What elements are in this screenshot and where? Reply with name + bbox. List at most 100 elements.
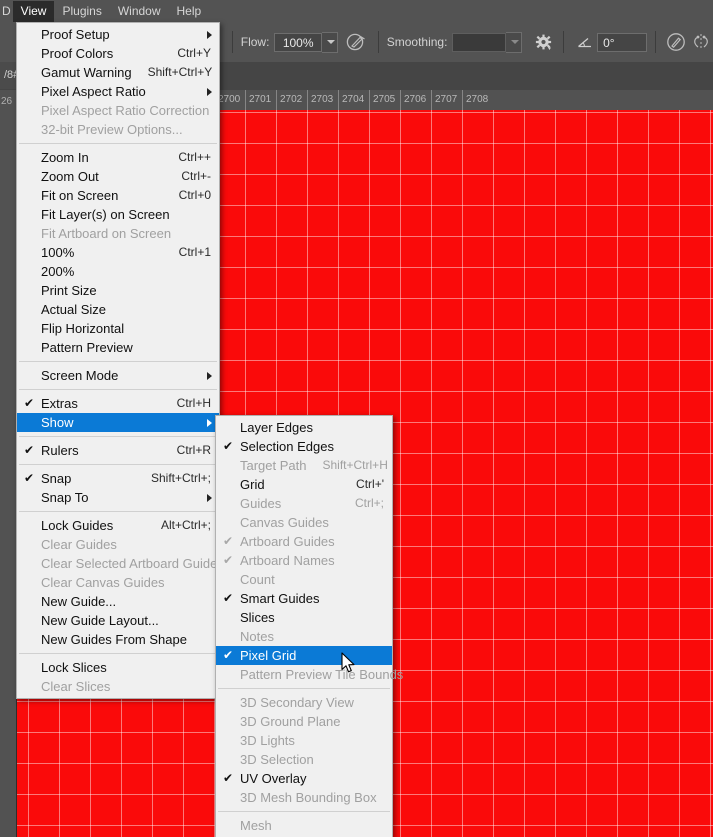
menu-item-label: Slices xyxy=(240,610,275,625)
menu-item-fit-layer-s-on-screen[interactable]: Fit Layer(s) on Screen xyxy=(17,205,219,224)
view-menu-dropdown[interactable]: Proof Setup Proof Colors Ctrl+Y Gamut Warni… xyxy=(16,22,224,699)
gear-icon[interactable] xyxy=(531,29,556,55)
menu-item-pixel-aspect-ratio-correction: Pixel Aspect Ratio Correction xyxy=(17,101,219,120)
menu-item-canvas-guides: Canvas Guides xyxy=(216,513,392,532)
menu-item-target-path: Target Path Shift+Ctrl+H xyxy=(216,456,392,475)
menu-item-label: Target Path xyxy=(240,458,307,473)
menu-item-fit-artboard-on-screen: Fit Artboard on Screen xyxy=(17,224,219,243)
menu-item-gamut-warning[interactable]: Gamut Warning Shift+Ctrl+Y xyxy=(17,63,219,82)
menu-item-label: Proof Colors xyxy=(41,46,114,61)
angle-input[interactable]: 0° xyxy=(597,32,647,52)
menu-item-label: Fit on Screen xyxy=(41,188,119,203)
menu-item-show[interactable]: Show xyxy=(17,413,219,432)
submenu-arrow-icon xyxy=(207,88,212,96)
menu-item-label: 3D Selection xyxy=(240,752,314,767)
menu-item-3d-lights: 3D Lights xyxy=(216,731,392,750)
menu-item-label: Print Size xyxy=(41,283,97,298)
flow-input[interactable]: 100% xyxy=(274,32,322,52)
checkmark-icon: ✔ xyxy=(223,771,234,785)
submenu-arrow-icon xyxy=(207,419,212,427)
menu-item-extras[interactable]: ✔ Extras Ctrl+H xyxy=(17,394,219,413)
menu-item-fit-on-screen[interactable]: Fit on Screen Ctrl+0 xyxy=(17,186,219,205)
menu-item-count: Count xyxy=(216,570,392,589)
divider xyxy=(231,31,233,53)
menu-item-selection-edges[interactable]: ✔ Selection Edges xyxy=(216,437,392,456)
menu-item-100[interactable]: 100% Ctrl+1 xyxy=(17,243,219,262)
menu-item-label: Zoom In xyxy=(41,150,89,165)
menu-item-label: New Guides From Shape xyxy=(41,632,187,647)
menu-item-new-guide[interactable]: New Guide... xyxy=(17,592,219,611)
checkmark-icon: ✔ xyxy=(223,648,234,662)
menu-item-proof-colors[interactable]: Proof Colors Ctrl+Y xyxy=(17,44,219,63)
menu-item-shortcut: Shift+Ctrl+H xyxy=(322,458,388,472)
menu-item-lock-slices[interactable]: Lock Slices xyxy=(17,658,219,677)
menu-item-3d-selection: 3D Selection xyxy=(216,750,392,769)
menu-item-pixel-grid[interactable]: ✔ Pixel Grid xyxy=(216,646,392,665)
menu-item-proof-setup[interactable]: Proof Setup xyxy=(17,25,219,44)
submenu-arrow-icon xyxy=(207,494,212,502)
menu-item-label: Snap To xyxy=(41,490,89,505)
flow-label: Flow: xyxy=(240,35,270,49)
menu-separator xyxy=(218,688,390,689)
symmetry-icon[interactable] xyxy=(688,29,713,55)
menu-item-snap[interactable]: ✔ Snap Shift+Ctrl+; xyxy=(17,469,219,488)
menu-item-notes: Notes xyxy=(216,627,392,646)
menu-item-grid[interactable]: Grid Ctrl+' xyxy=(216,475,392,494)
menu-item-snap-to[interactable]: Snap To xyxy=(17,488,219,507)
menu-item-lock-guides[interactable]: Lock Guides Alt+Ctrl+; xyxy=(17,516,219,535)
menu-item-label: Selection Edges xyxy=(240,439,334,454)
menu-item-layer-edges[interactable]: Layer Edges xyxy=(216,418,392,437)
menu-item-shortcut: Ctrl+- xyxy=(181,169,211,183)
menu-item-flip-horizontal[interactable]: Flip Horizontal xyxy=(17,319,219,338)
vertical-ruler[interactable]: 26 xyxy=(0,90,17,837)
menu-item-label: Gamut Warning xyxy=(41,65,132,80)
menu-item-label: Snap xyxy=(41,471,72,486)
menu-item-label: UV Overlay xyxy=(240,771,307,786)
menubar-item-plugins[interactable]: Plugins xyxy=(54,1,109,22)
menu-item-zoom-in[interactable]: Zoom In Ctrl++ xyxy=(17,148,219,167)
menu-item-label: Lock Slices xyxy=(41,660,107,675)
menu-item-new-guides-from-shape[interactable]: New Guides From Shape xyxy=(17,630,219,649)
menu-item-guides: Guides Ctrl+; xyxy=(216,494,392,513)
menubar-item-window[interactable]: Window xyxy=(110,1,169,22)
menubar-item-help[interactable]: Help xyxy=(169,1,210,22)
menu-item-rulers[interactable]: ✔ Rulers Ctrl+R xyxy=(17,441,219,460)
menu-item-label: Clear Selected Artboard Guides xyxy=(41,556,224,571)
menu-item-label: New Guide... xyxy=(41,594,117,609)
menu-item-label: Count xyxy=(240,572,275,587)
smoothing-input[interactable] xyxy=(452,32,506,52)
menu-item-slices[interactable]: Slices xyxy=(216,608,392,627)
show-submenu-dropdown[interactable]: Layer Edges ✔ Selection Edges Target Path Sh… xyxy=(215,415,403,837)
flow-dropdown-caret[interactable] xyxy=(321,31,339,53)
menu-item-pixel-aspect-ratio[interactable]: Pixel Aspect Ratio xyxy=(17,82,219,101)
checkmark-icon: ✔ xyxy=(24,471,35,485)
menu-separator xyxy=(19,389,217,390)
menu-item-200[interactable]: 200% xyxy=(17,262,219,281)
pressure-size-icon[interactable] xyxy=(664,29,689,55)
menu-item-label: Smart Guides xyxy=(240,591,320,606)
menu-item-screen-mode[interactable]: Screen Mode xyxy=(17,366,219,385)
menu-item-artboard-guides: ✔ Artboard Guides xyxy=(216,532,392,551)
menu-separator xyxy=(19,361,217,362)
smoothing-dropdown-caret[interactable] xyxy=(505,31,522,53)
divider xyxy=(377,31,379,53)
menu-item-label: 200% xyxy=(41,264,75,279)
menu-item-uv-overlay[interactable]: ✔ UV Overlay xyxy=(216,769,392,788)
ruler-tick: 2706 xyxy=(400,90,431,110)
menu-item-smart-guides[interactable]: ✔ Smart Guides xyxy=(216,589,392,608)
menu-item-pattern-preview[interactable]: Pattern Preview xyxy=(17,338,219,357)
menu-item-label: Notes xyxy=(240,629,274,644)
checkmark-icon: ✔ xyxy=(223,534,234,548)
airbrush-icon[interactable] xyxy=(345,29,370,55)
menubar-item-view[interactable]: View xyxy=(12,0,55,22)
menubar-clipped-item[interactable]: D xyxy=(0,1,13,22)
menu-item-label: 3D Ground Plane xyxy=(240,714,341,729)
menu-item-zoom-out[interactable]: Zoom Out Ctrl+- xyxy=(17,167,219,186)
menu-item-shortcut: Ctrl+H xyxy=(176,396,211,410)
menu-item-print-size[interactable]: Print Size xyxy=(17,281,219,300)
menu-item-actual-size[interactable]: Actual Size xyxy=(17,300,219,319)
smoothing-label: Smoothing: xyxy=(386,35,448,49)
divider xyxy=(563,31,565,53)
menu-item-label: Lock Guides xyxy=(41,518,114,533)
menu-item-new-guide-layout[interactable]: New Guide Layout... xyxy=(17,611,219,630)
